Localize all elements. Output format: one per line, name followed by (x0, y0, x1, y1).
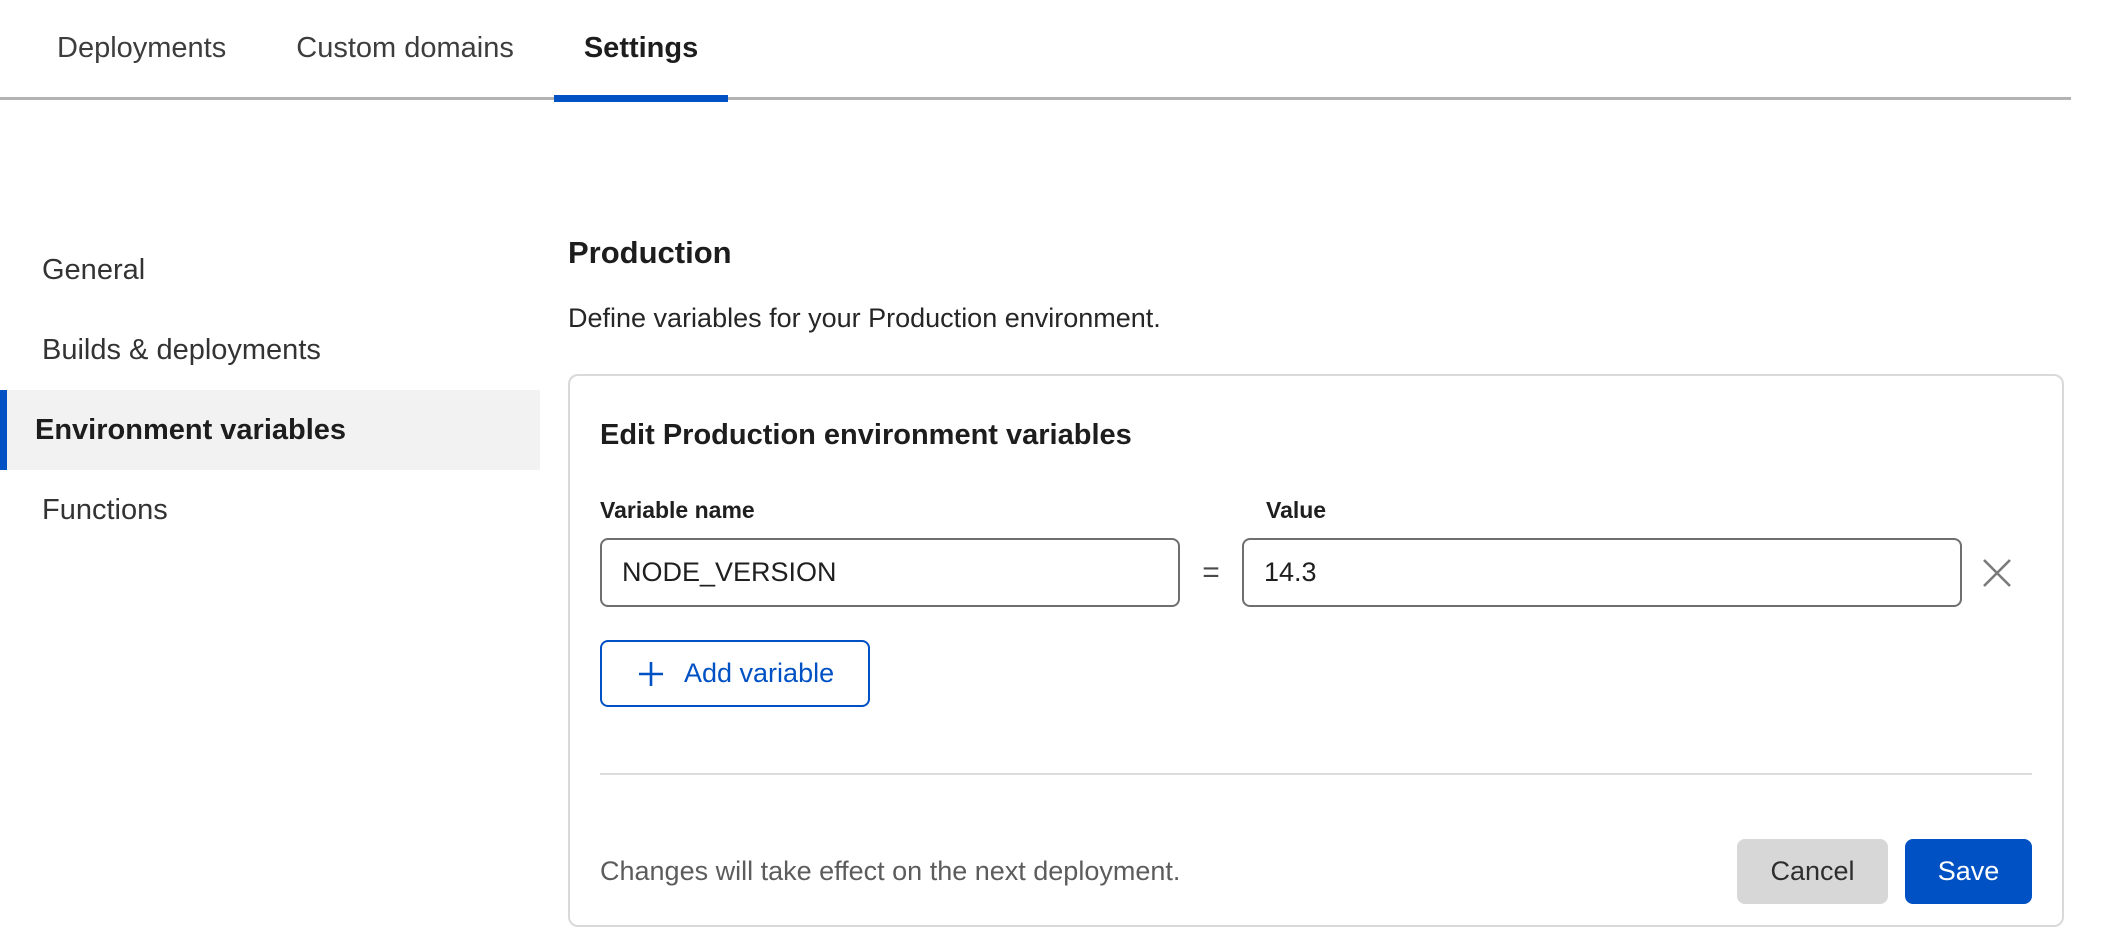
variable-name-label: Variable name (600, 497, 1180, 524)
add-variable-label: Add variable (684, 658, 834, 689)
variable-name-input[interactable] (600, 538, 1180, 607)
variable-value-input[interactable] (1242, 538, 1962, 607)
page-description: Define variables for your Production env… (568, 303, 2068, 334)
environment-variables-card: Edit Production environment variables Va… (568, 374, 2064, 927)
tab-bar: Deployments Custom domains Settings (0, 0, 2071, 100)
remove-variable-button[interactable] (1962, 538, 2032, 607)
main-panel: Production Define variables for your Pro… (568, 100, 2068, 927)
plus-icon (636, 659, 666, 689)
tab-settings[interactable]: Settings (554, 0, 728, 97)
sidebar-item-general[interactable]: General (0, 230, 540, 310)
equals-sign: = (1180, 556, 1242, 590)
x-icon (1980, 556, 2014, 590)
tab-custom-domains[interactable]: Custom domains (266, 0, 544, 97)
card-divider (600, 773, 2032, 775)
tab-deployments[interactable]: Deployments (27, 0, 256, 97)
add-variable-button[interactable]: Add variable (600, 640, 870, 707)
save-button[interactable]: Save (1905, 839, 2032, 904)
cancel-button[interactable]: Cancel (1737, 839, 1888, 904)
card-footer: Changes will take effect on the next dep… (600, 839, 2032, 904)
settings-sidebar: General Builds & deployments Environment… (0, 100, 540, 550)
page-title: Production (568, 235, 2068, 271)
deployment-note: Changes will take effect on the next dep… (600, 856, 1180, 887)
sidebar-item-functions[interactable]: Functions (0, 470, 540, 550)
variable-form: Variable name Value = (600, 497, 2032, 607)
value-label: Value (1242, 497, 1962, 524)
footer-actions: Cancel Save (1737, 839, 2032, 904)
card-title: Edit Production environment variables (600, 419, 2032, 452)
sidebar-item-builds-deployments[interactable]: Builds & deployments (0, 310, 540, 390)
sidebar-item-environment-variables[interactable]: Environment variables (0, 390, 540, 470)
content-area: General Builds & deployments Environment… (0, 100, 2121, 927)
